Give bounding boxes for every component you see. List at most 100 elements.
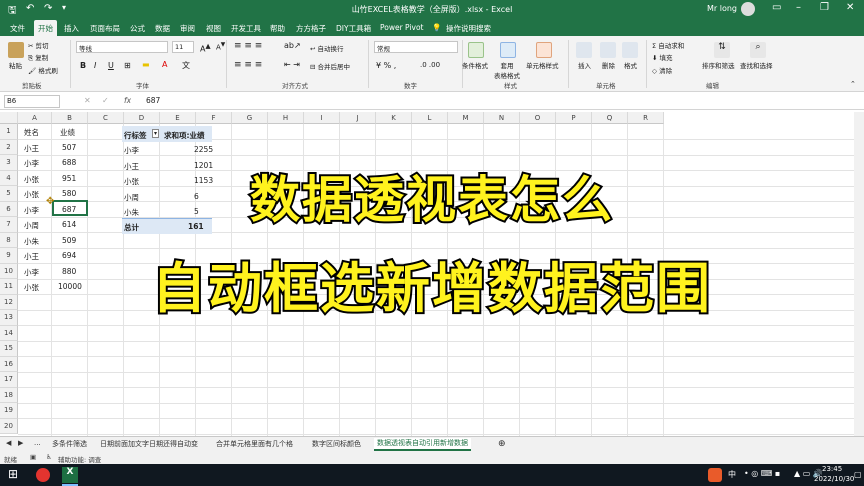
next-sheet-icon[interactable]: ▶: [18, 439, 23, 447]
enter-icon[interactable]: ✓: [102, 96, 109, 105]
table-header-name[interactable]: 姓名: [24, 127, 39, 138]
table-cell-score[interactable]: 507: [62, 143, 76, 152]
tab-view[interactable]: 视图: [206, 23, 221, 34]
clear-button[interactable]: ◇ 清除: [652, 65, 672, 75]
column-header[interactable]: E: [160, 112, 196, 124]
row-header[interactable]: 20: [0, 418, 18, 434]
row-header[interactable]: 16: [0, 356, 18, 372]
currency-icon[interactable]: ¥ % ,: [376, 61, 396, 70]
select-all-corner[interactable]: [0, 112, 18, 124]
column-header[interactable]: Q: [592, 112, 628, 124]
pivot-sum-header[interactable]: 求和项:业绩: [164, 130, 205, 141]
filter-dropdown-icon[interactable]: ▾: [152, 129, 160, 138]
tab-fangfanggezi[interactable]: 方方格子: [296, 23, 326, 34]
tell-me-search[interactable]: 操作说明搜索: [446, 23, 491, 34]
column-header[interactable]: C: [88, 112, 124, 124]
tab-diy-toolbox[interactable]: DIY工具箱: [336, 23, 371, 34]
tab-power-pivot[interactable]: Power Pivot: [380, 23, 423, 32]
tab-formulas[interactable]: 公式: [130, 23, 145, 34]
row-header[interactable]: 15: [0, 341, 18, 357]
sheet-tab[interactable]: 多条件筛选: [52, 439, 87, 449]
column-header[interactable]: N: [484, 112, 520, 124]
sheet-tab[interactable]: 数字区间标颜色: [312, 439, 361, 449]
column-header[interactable]: R: [628, 112, 664, 124]
cell-styles-icon[interactable]: [536, 42, 552, 58]
find-select-icon[interactable]: ⌕: [750, 42, 766, 58]
row-header[interactable]: 19: [0, 403, 18, 419]
orientation-icon[interactable]: ab↗: [284, 41, 301, 50]
column-header[interactable]: H: [268, 112, 304, 124]
sheet-tab[interactable]: 合并单元格里面有几个格: [216, 439, 293, 449]
format-as-table-icon[interactable]: [500, 42, 516, 58]
tab-data[interactable]: 数据: [155, 23, 170, 34]
insert-cells-icon[interactable]: [576, 42, 592, 58]
close-icon[interactable]: ✕: [846, 2, 854, 13]
format-cells-button[interactable]: 格式: [624, 60, 637, 70]
row-header[interactable]: 18: [0, 387, 18, 403]
indent-icon[interactable]: ⇤ ⇥: [284, 60, 300, 69]
accessibility-icon[interactable]: ♿: [46, 453, 52, 461]
conditional-format-icon[interactable]: [468, 42, 484, 58]
tab-review[interactable]: 审阅: [180, 23, 195, 34]
column-header[interactable]: F: [196, 112, 232, 124]
cell-styles-button[interactable]: 单元格样式: [526, 60, 559, 70]
phonetic-icon[interactable]: 文: [182, 60, 190, 71]
tab-home[interactable]: 开始: [34, 20, 57, 36]
autosum-button[interactable]: Σ 自动求和: [652, 40, 684, 50]
pivot-row-label[interactable]: 小李: [124, 145, 139, 156]
ime-tools-icon[interactable]: • ◎ ⌨ ▪: [744, 469, 780, 478]
column-header[interactable]: G: [232, 112, 268, 124]
italic-button[interactable]: I: [94, 61, 96, 70]
tab-help[interactable]: 帮助: [270, 23, 285, 34]
border-icon[interactable]: ⊞: [124, 61, 131, 70]
cancel-icon[interactable]: ✕: [84, 96, 91, 105]
ribbon-display-icon[interactable]: ▭: [772, 2, 781, 13]
bold-button[interactable]: B: [80, 61, 86, 70]
prev-sheet-icon[interactable]: ◀: [6, 439, 11, 447]
excel-taskbar-icon[interactable]: X: [62, 467, 78, 483]
column-header[interactable]: D: [124, 112, 160, 124]
merge-center-button[interactable]: ⊟ 合并后居中: [310, 61, 350, 71]
restore-icon[interactable]: ❐: [820, 2, 829, 13]
delete-cells-button[interactable]: 删除: [602, 60, 615, 70]
wrap-text-button[interactable]: ↩ 自动换行: [310, 43, 344, 53]
shrink-font-icon[interactable]: A▼: [216, 42, 225, 51]
format-cells-icon[interactable]: [622, 42, 638, 58]
align-top-icon[interactable]: ≡ ≡ ≡: [234, 41, 262, 51]
insert-cells-button[interactable]: 插入: [578, 60, 591, 70]
clock-time[interactable]: 23:45: [822, 465, 842, 473]
insert-function-button[interactable]: fx: [124, 96, 131, 105]
table-cell-name[interactable]: 小王: [24, 143, 39, 154]
avatar[interactable]: [741, 2, 755, 16]
table-header-score[interactable]: 业绩: [60, 127, 75, 138]
decimal-icon[interactable]: .0 .00: [420, 61, 440, 69]
fill-button[interactable]: ⬇ 填充: [652, 52, 673, 62]
conditional-format-button[interactable]: 条件格式: [462, 60, 488, 70]
column-header[interactable]: K: [376, 112, 412, 124]
formula-input[interactable]: 687: [146, 96, 160, 105]
minimize-icon[interactable]: –: [796, 2, 801, 13]
pivot-row-labels[interactable]: 行标签: [124, 130, 147, 141]
pivot-row-value[interactable]: 2255: [194, 145, 213, 154]
font-name-select[interactable]: 等线: [76, 41, 168, 53]
number-format-select[interactable]: 常规: [374, 41, 458, 53]
format-as-table-button[interactable]: 套用 表格格式: [494, 60, 520, 80]
tab-insert[interactable]: 插入: [64, 23, 79, 34]
windows-start-icon[interactable]: ⊞: [8, 467, 18, 481]
cut-button[interactable]: ✂ 剪切: [28, 40, 49, 50]
column-header[interactable]: I: [304, 112, 340, 124]
ime-language[interactable]: 中: [728, 469, 736, 480]
paste-icon[interactable]: [8, 42, 24, 58]
column-header[interactable]: B: [52, 112, 88, 124]
ime-icon[interactable]: [708, 468, 722, 482]
column-header[interactable]: J: [340, 112, 376, 124]
grow-font-icon[interactable]: A▲: [200, 42, 211, 54]
chrome-icon[interactable]: [36, 468, 50, 482]
collapse-ribbon-icon[interactable]: ⌃: [850, 80, 856, 88]
underline-button[interactable]: U: [108, 61, 114, 70]
paste-button[interactable]: 粘贴: [9, 60, 22, 70]
tab-developer[interactable]: 开发工具: [231, 23, 261, 34]
align-left-icon[interactable]: ≡ ≡ ≡: [234, 60, 262, 70]
name-box[interactable]: B6: [4, 95, 60, 108]
row-header[interactable]: 2: [0, 139, 18, 155]
